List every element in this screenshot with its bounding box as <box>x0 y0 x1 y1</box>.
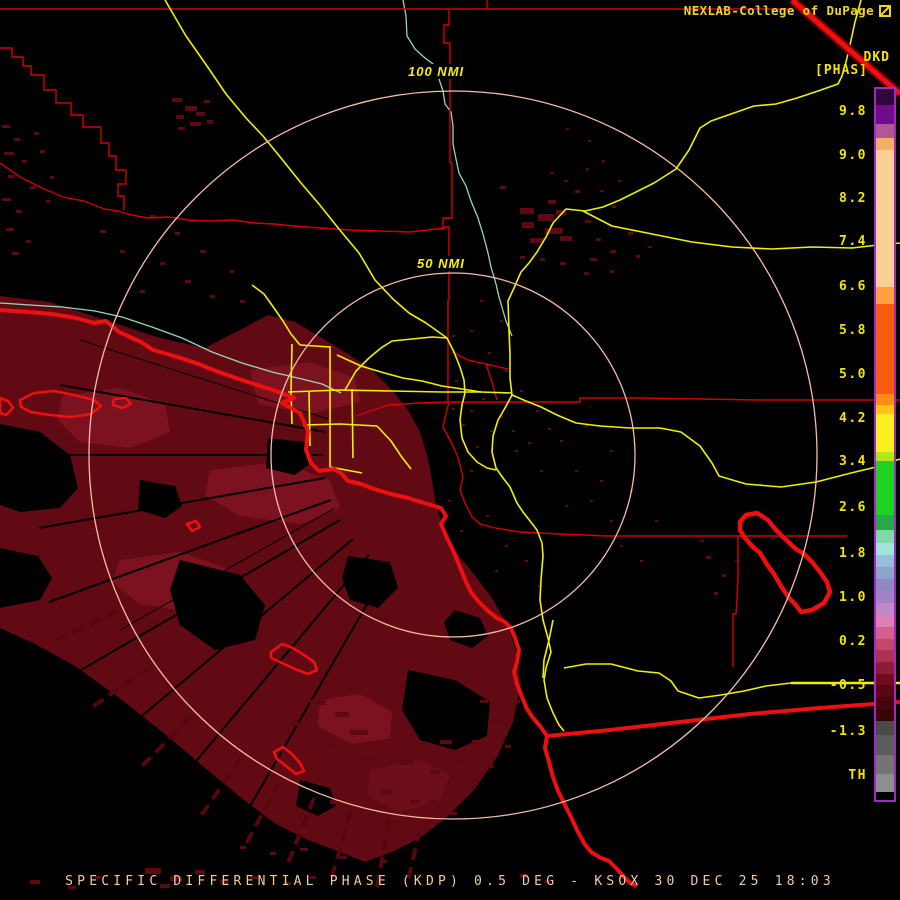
colorbar-segment <box>876 615 894 627</box>
colorbar-segment <box>876 674 894 685</box>
colorbar-label: 1.0 <box>807 590 867 605</box>
colorbar-segment <box>876 515 894 530</box>
colorbar-segment <box>876 543 894 555</box>
colorbar-segment <box>876 124 894 138</box>
echo-layer <box>0 98 738 893</box>
colorbar-segment <box>876 650 894 662</box>
colorbar-segment <box>876 792 894 800</box>
colorbar-segment <box>876 709 894 721</box>
colorbar-segment <box>876 461 894 515</box>
colorbar-label: 4.2 <box>807 411 867 426</box>
colorbar-segment <box>876 774 894 792</box>
colorbar-segment <box>876 89 894 105</box>
colorbar-segment <box>876 627 894 639</box>
colorbar-label: 7.4 <box>807 234 867 249</box>
colorbar-label: 3.4 <box>807 454 867 469</box>
colorbar-segment <box>876 591 894 603</box>
colorbar-segment <box>876 405 894 414</box>
colorbar-label: 5.8 <box>807 323 867 338</box>
colorbar-label: 0.2 <box>807 634 867 649</box>
colorbar-label: 8.2 <box>807 191 867 206</box>
ring-label-50nmi: 50 NMI <box>414 256 468 271</box>
colorbar-segment <box>876 555 894 567</box>
radar-display: 100 NMI 50 NMI NEXLAB-College of DuPage … <box>0 0 900 900</box>
colorbar-segment <box>876 639 894 650</box>
radar-map-svg <box>0 0 900 900</box>
colorbar-label: TH <box>807 768 867 783</box>
colorbar-segment <box>876 603 894 615</box>
colorbar-segment <box>876 697 894 709</box>
header: NEXLAB-College of DuPage <box>684 3 891 18</box>
colorbar-label: -0.5 <box>807 678 867 693</box>
colorbar-segment <box>876 150 894 287</box>
colorbar-label: 2.6 <box>807 500 867 515</box>
colorbar-segment <box>876 567 894 579</box>
colorbar-segment <box>876 735 894 755</box>
colorbar-label: 9.8 <box>807 104 867 119</box>
ring-label-100nmi: 100 NMI <box>405 64 467 79</box>
colorbar-label: -1.3 <box>807 724 867 739</box>
colorbar-segment <box>876 530 894 543</box>
caption: SPECIFIC DIFFERENTIAL PHASE (KDP) 0.5 DE… <box>0 874 900 889</box>
colorbar-segment <box>876 755 894 774</box>
source-title: NEXLAB-College of DuPage <box>684 3 874 18</box>
colorbar-label: 5.0 <box>807 367 867 382</box>
product-phase-tag: [PHAS] <box>815 63 868 78</box>
colorbar-segment <box>876 138 894 150</box>
colorbar-segment <box>876 685 894 697</box>
colorbar-segment <box>876 414 894 452</box>
colorbar-segment <box>876 721 894 735</box>
colorbar-segment <box>876 579 894 591</box>
colorbar-segment <box>876 105 894 124</box>
colorbar-segment <box>876 452 894 461</box>
colorbar-label: 9.0 <box>807 148 867 163</box>
colorbar <box>874 87 896 802</box>
colorbar-segment <box>876 662 894 674</box>
colorbar-label: 6.6 <box>807 279 867 294</box>
colorbar-label: 1.8 <box>807 546 867 561</box>
colorbar-segment <box>876 394 894 405</box>
colorbar-segment <box>876 287 894 304</box>
cod-logo-icon <box>879 5 891 17</box>
colorbar-segment <box>876 304 894 394</box>
